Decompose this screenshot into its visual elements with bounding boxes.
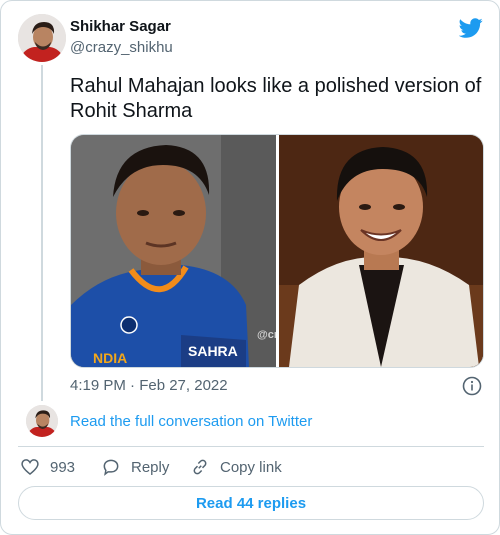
like-button[interactable]: 993	[20, 457, 75, 477]
tweet-media[interactable]: @crazy_shikhu SAHRA NDIA	[70, 134, 484, 368]
read-full-conversation-link[interactable]: Read the full conversation on Twitter	[70, 413, 312, 430]
twitter-bird-icon[interactable]	[459, 16, 483, 40]
tweet-timestamp[interactable]: 4:19 PM · Feb 27, 2022	[70, 377, 228, 394]
heart-icon	[21, 459, 39, 476]
copy-link-button[interactable]: Copy link	[190, 457, 282, 477]
tweet-text: Rahul Mahajan looks like a polished vers…	[70, 75, 482, 122]
copy-link-label: Copy link	[220, 458, 282, 476]
info-icon[interactable]	[462, 376, 482, 396]
photo-left[interactable]	[71, 135, 276, 367]
jersey-sponsor-text: SAHRA	[188, 343, 238, 359]
read-replies-button[interactable]: Read 44 replies	[18, 486, 484, 520]
link-icon	[193, 459, 207, 475]
photo-right[interactable]	[279, 135, 483, 367]
jersey-team-text: NDIA	[93, 350, 128, 366]
author-avatar-small[interactable]	[26, 405, 58, 437]
reply-button[interactable]: Reply	[101, 457, 169, 477]
speech-bubble-icon	[103, 459, 119, 476]
divider	[18, 446, 484, 447]
reply-label: Reply	[131, 458, 170, 476]
tweet-card: Shikhar Sagar @crazy_shikhu Rahul Mahaja…	[0, 0, 500, 535]
author-avatar[interactable]	[18, 14, 66, 62]
like-count: 993	[50, 458, 76, 476]
author-name[interactable]: Shikhar Sagar	[70, 18, 171, 35]
author-handle[interactable]: @crazy_shikhu	[70, 39, 173, 56]
thread-line	[41, 65, 43, 401]
